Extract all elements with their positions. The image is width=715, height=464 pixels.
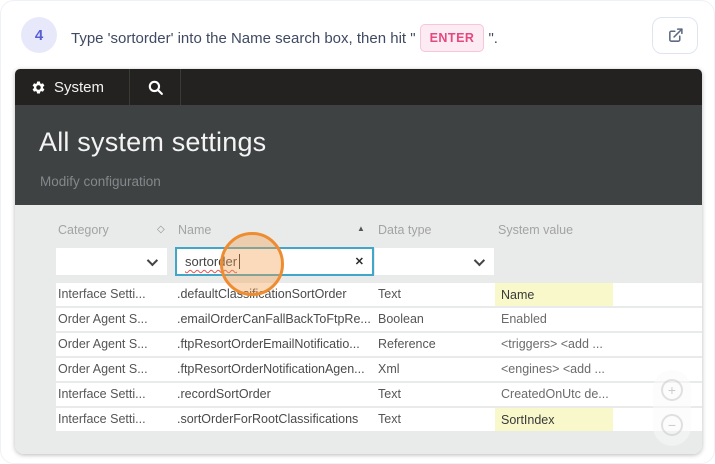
sort-diamond-icon[interactable]: ◇ <box>157 224 165 235</box>
step-instruction: Type 'sortorder' into the Name search bo… <box>71 24 638 52</box>
step-number-badge: 4 <box>21 17 57 53</box>
cell-data-type: Text <box>378 287 401 301</box>
cell-system-value: CreatedOnUtc de... <box>501 387 609 401</box>
cell-category: Order Agent S... <box>58 337 148 351</box>
table-row[interactable]: Order Agent S... .ftpResortOrderEmailNot… <box>56 333 702 356</box>
cell-data-type: Text <box>378 412 401 426</box>
page-title: All system settings <box>39 127 267 157</box>
name-filter-input[interactable]: sortorder ✕ <box>175 247 374 276</box>
cell-system-value: <triggers> <add ... <box>501 337 603 351</box>
chevron-down-icon <box>473 254 486 266</box>
cell-system-value: <engines> <add ... <box>501 362 605 376</box>
text-caret <box>239 254 241 269</box>
table-row[interactable]: Interface Setti... .recordSortOrder Text… <box>56 383 702 406</box>
column-header-system-value[interactable]: System value <box>498 223 573 237</box>
clear-filter-icon[interactable]: ✕ <box>355 255 364 268</box>
cell-data-type: Text <box>378 387 401 401</box>
app-page-header: All system settings Modify configuration <box>15 105 702 205</box>
cell-name: .recordSortOrder <box>177 387 271 401</box>
search-icon <box>147 79 164 96</box>
chevron-down-icon <box>146 254 159 266</box>
cell-system-value: Enabled <box>501 312 547 326</box>
nav-system-menu[interactable]: System <box>15 69 129 105</box>
cell-name: .emailOrderCanFallBackToFtpRe... <box>177 312 371 326</box>
zoom-in-icon[interactable]: + <box>661 379 683 401</box>
app-screenshot: System All system settings Modify config… <box>15 69 702 454</box>
cell-system-value-highlighted: SortIndex <box>495 408 613 431</box>
cell-data-type: Xml <box>378 362 400 376</box>
cell-data-type: Boolean <box>378 312 424 326</box>
table-filter-row: sortorder ✕ <box>15 247 702 276</box>
nav-search-button[interactable] <box>129 69 181 105</box>
page-subtitle: Modify configuration <box>40 174 161 189</box>
cell-category: Interface Setti... <box>58 387 146 401</box>
table-row[interactable]: Order Agent S... .ftpResortOrderNotifica… <box>56 358 702 381</box>
cell-system-value-highlighted: Name <box>495 283 613 306</box>
instruction-text-suffix: ". <box>488 30 498 47</box>
cell-name: .sortOrderForRootClassifications <box>177 412 359 426</box>
category-filter-select[interactable] <box>56 248 167 275</box>
zoom-out-icon[interactable]: − <box>661 414 683 436</box>
cell-category: Order Agent S... <box>58 362 148 376</box>
cell-category: Interface Setti... <box>58 412 146 426</box>
sort-ascending-icon[interactable]: ▲ <box>357 224 365 233</box>
column-header-data-type[interactable]: Data type <box>378 223 432 237</box>
zoom-controls-overlay: + − <box>653 370 691 446</box>
name-filter-value: sortorder <box>185 254 238 269</box>
table-row[interactable]: Interface Setti... .defaultClassificatio… <box>56 283 702 306</box>
cell-category: Order Agent S... <box>58 312 148 326</box>
data-type-filter-select[interactable] <box>375 248 494 275</box>
table-rows: Interface Setti... .defaultClassificatio… <box>56 283 702 433</box>
settings-table-area: Category ◇ Name ▲ Data type System value… <box>15 205 702 454</box>
cell-category: Interface Setti... <box>58 287 146 301</box>
cell-data-type: Reference <box>378 337 436 351</box>
cell-name: .ftpResortOrderEmailNotificatio... <box>177 337 360 351</box>
column-header-category[interactable]: Category <box>58 223 109 237</box>
nav-system-label: System <box>54 78 105 96</box>
table-header-row: Category ◇ Name ▲ Data type System value <box>15 223 702 239</box>
gear-icon <box>31 80 46 95</box>
cell-name: .defaultClassificationSortOrder <box>177 287 347 301</box>
tutorial-step-card: 4 Type 'sortorder' into the Name search … <box>0 0 715 464</box>
instruction-text-prefix: Type 'sortorder' into the Name search bo… <box>71 30 416 47</box>
external-link-icon <box>667 27 684 44</box>
enter-key-badge: ENTER <box>419 24 485 52</box>
table-row[interactable]: Order Agent S... .emailOrderCanFallBackT… <box>56 308 702 331</box>
column-header-name[interactable]: Name <box>178 223 211 237</box>
app-navbar: System <box>15 69 702 105</box>
open-external-button[interactable] <box>652 17 698 54</box>
cell-name: .ftpResortOrderNotificationAgen... <box>177 362 365 376</box>
table-row[interactable]: Interface Setti... .sortOrderForRootClas… <box>56 408 702 431</box>
